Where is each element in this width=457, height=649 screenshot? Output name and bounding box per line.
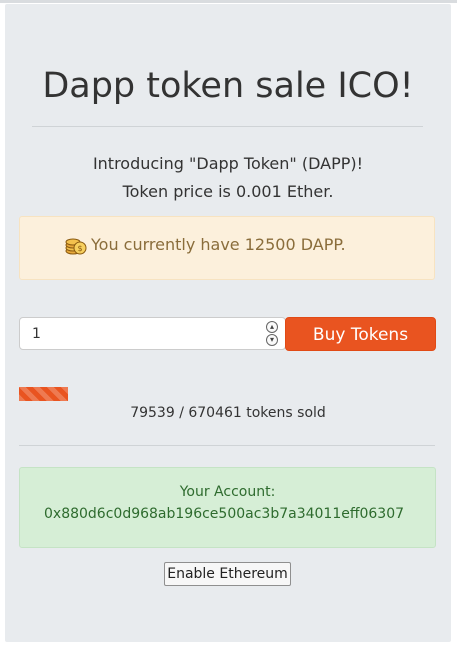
quantity-input[interactable] — [19, 317, 286, 350]
sale-progress-bar — [19, 387, 435, 401]
top-border — [0, 0, 457, 3]
account-label: Your Account: — [179, 484, 276, 500]
balance-alert: $ You currently have 12500 DAPP. — [19, 216, 435, 280]
title-divider — [32, 126, 423, 127]
quantity-spinner[interactable]: ▴ ▾ — [266, 321, 278, 346]
account-alert: Your Account: 0x880d6c0d968ab196ce500ac3… — [19, 467, 436, 548]
balance-text: You currently have 12500 DAPP. — [91, 235, 346, 254]
buy-tokens-button[interactable]: Buy Tokens — [285, 317, 436, 351]
coins-icon: $ — [65, 234, 87, 256]
intro-line-token: Introducing "Dapp Token" (DAPP)! — [92, 154, 364, 173]
svg-text:$: $ — [77, 244, 82, 253]
tokens-sold-text: 79539 / 670461 tokens sold — [130, 405, 326, 421]
page-title: Dapp token sale ICO! — [42, 66, 414, 106]
enable-ethereum-button[interactable]: Enable Ethereum — [164, 562, 291, 586]
decrement-icon[interactable]: ▾ — [266, 334, 278, 346]
account-address: 0x880d6c0d968ab196ce500ac3b7a34011eff063… — [44, 506, 405, 522]
section-divider — [19, 445, 435, 446]
main-panel: Dapp token sale ICO! Introducing "Dapp T… — [5, 4, 451, 642]
intro-text: Introducing "Dapp Token" (DAPP)! Token p… — [5, 150, 451, 206]
sale-progress-fill — [19, 387, 68, 401]
quantity-field: ▴ ▾ — [19, 317, 286, 350]
increment-icon[interactable]: ▴ — [266, 321, 278, 333]
intro-line-price: Token price is 0.001 Ether. — [122, 182, 334, 201]
